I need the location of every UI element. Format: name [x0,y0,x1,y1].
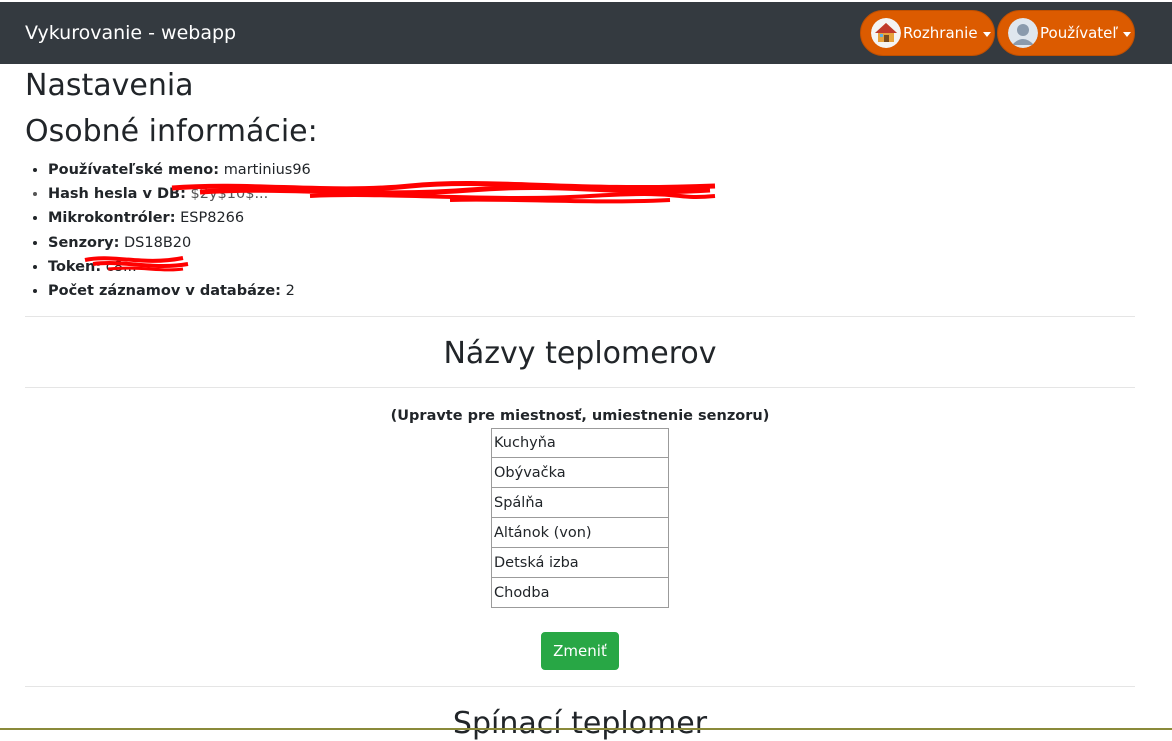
hash-label: Hash hesla v DB: [48,186,186,203]
thermometer-name-input-5[interactable] [491,548,669,578]
list-item: Počet záznamov v databáze: 2 [48,279,311,303]
mcu-label: Mikrokontróler: [48,210,176,227]
chevron-down-icon [982,31,991,37]
user-dropdown-button[interactable]: Používateľ [997,10,1135,56]
token-label: Token: [48,258,102,275]
thermometer-name-input-4[interactable] [491,518,669,548]
thermometer-name-input-1[interactable] [491,428,669,458]
home-icon [871,18,901,48]
records-value: 2 [285,283,295,300]
interface-label: Rozhranie [903,24,978,42]
sensors-value: DS18B20 [124,234,192,251]
hash-value: $2y$10$... [190,186,269,203]
list-item: Používateľské meno: martinius96 [48,158,311,182]
user-label: Používateľ [1040,24,1119,42]
list-item: Hash hesla v DB: $2y$10$... [48,182,311,206]
thermometer-name-input-6[interactable] [491,578,669,608]
divider [25,316,1135,317]
thermometer-name-input-2[interactable] [491,458,669,488]
user-avatar-icon [1008,18,1038,48]
list-item: Senzory: DS18B20 [48,231,311,255]
interface-dropdown-button[interactable]: Rozhranie [860,10,995,56]
navbar: Vykurovanie - webapp Rozhranie Používate… [0,2,1172,64]
username-value: martinius96 [223,162,311,178]
records-label: Počet záznamov v databáze: [48,283,281,300]
sensors-label: Senzory: [48,234,120,251]
switching-thermometer-title: Spínací teplomer [452,706,708,741]
list-item: Token: c8... [48,255,311,279]
list-item: Mikrokontróler: ESP8266 [48,206,311,230]
divider [25,686,1135,687]
mcu-value: ESP8266 [180,210,245,227]
personal-info-list: Používateľské meno: martinius96 Hash hes… [25,158,311,303]
username-label: Používateľské meno: [48,162,220,178]
token-value: c8... [105,258,137,275]
thermometer-name-input-3[interactable] [491,488,669,518]
thermometer-name-inputs [491,428,669,608]
personal-info-heading: Osobné informácie: [25,114,318,149]
chevron-down-icon [1123,31,1132,37]
divider [25,387,1135,388]
app-brand[interactable]: Vykurovanie - webapp [25,22,236,44]
page-title: Nastavenia [25,68,194,103]
change-names-button[interactable]: Zmeniť [541,632,619,670]
thermometer-names-title: Názvy teplomerov [443,336,717,371]
thermometer-names-hint: (Upravte pre miestnosť, umiestnenie senz… [390,408,770,424]
